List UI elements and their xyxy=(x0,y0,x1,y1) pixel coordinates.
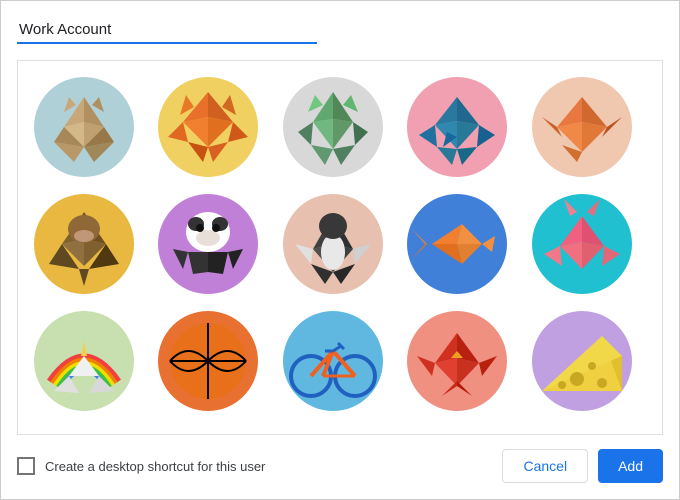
cancel-button[interactable]: Cancel xyxy=(502,449,588,483)
avatar-dragon[interactable] xyxy=(283,77,383,177)
desktop-shortcut-label: Create a desktop shortcut for this user xyxy=(45,459,265,474)
action-buttons: Cancel Add xyxy=(502,449,663,483)
avatar-monkey[interactable] xyxy=(34,194,134,294)
avatar-cat[interactable] xyxy=(34,77,134,177)
avatar-fox[interactable] xyxy=(158,77,258,177)
dialog-footer: Create a desktop shortcut for this user … xyxy=(17,435,663,483)
add-button[interactable]: Add xyxy=(598,449,663,483)
profile-name-input[interactable] xyxy=(17,17,317,44)
avatar-bicycle[interactable] xyxy=(283,311,383,411)
desktop-shortcut-row: Create a desktop shortcut for this user xyxy=(17,457,265,475)
avatar-rabbit[interactable] xyxy=(532,194,632,294)
avatar-basketball[interactable] xyxy=(158,311,258,411)
avatar-cheese[interactable] xyxy=(532,311,632,411)
desktop-shortcut-checkbox[interactable] xyxy=(17,457,35,475)
avatar-elephant[interactable] xyxy=(407,77,507,177)
name-input-wrapper xyxy=(17,17,663,44)
avatar-unicorn[interactable] xyxy=(34,311,134,411)
avatar-grid xyxy=(18,61,662,434)
avatar-panda[interactable] xyxy=(158,194,258,294)
avatar-penguin[interactable] xyxy=(283,194,383,294)
avatar-grid-wrapper xyxy=(17,60,663,435)
profile-creation-dialog: Create a desktop shortcut for this user … xyxy=(1,1,679,499)
avatar-redbird[interactable] xyxy=(407,311,507,411)
avatar-bird-orange[interactable] xyxy=(532,77,632,177)
avatar-fish[interactable] xyxy=(407,194,507,294)
